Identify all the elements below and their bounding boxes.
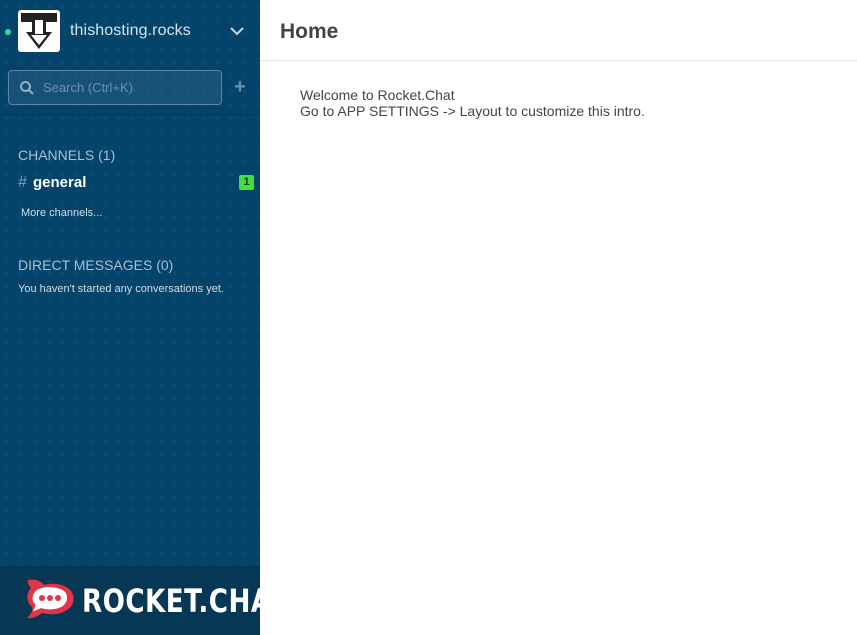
intro-instructions-text: Go to APP SETTINGS -> Layout to customiz…	[300, 103, 645, 119]
direct-messages-empty-text: You haven't started any conversations ye…	[18, 283, 224, 295]
online-status-dot	[5, 29, 11, 35]
intro-welcome-text: Welcome to Rocket.Chat	[300, 87, 455, 103]
create-channel-button[interactable]: +	[230, 77, 250, 98]
download-arrow-icon	[21, 13, 57, 49]
search-input[interactable]	[43, 71, 219, 104]
page-title: Home	[280, 20, 339, 43]
more-channels-link[interactable]: More channels...	[21, 207, 102, 219]
sidebar: thishosting.rocks + CHANNELS (1) # gener…	[0, 0, 287, 635]
direct-messages-section-title: DIRECT MESSAGES (0)	[18, 257, 174, 273]
account-header[interactable]: thishosting.rocks	[0, 0, 260, 62]
server-name[interactable]: thishosting.rocks	[70, 22, 191, 40]
chevron-down-icon[interactable]	[228, 22, 246, 40]
sidebar-footer: ROCKET.CHAT	[0, 566, 287, 635]
home-intro: Welcome to Rocket.Chat Go to APP SETTING…	[300, 87, 645, 119]
rocket-chat-logo-icon	[27, 579, 74, 619]
sidebar-divider	[0, 114, 260, 115]
server-avatar[interactable]	[18, 10, 60, 52]
main-header: Home	[260, 0, 857, 61]
hash-icon: #	[18, 174, 27, 191]
rocket-chat-logo-text: ROCKET.CHAT	[82, 582, 288, 620]
channel-item-general[interactable]: # general 1	[18, 173, 256, 193]
channels-section-title: CHANNELS (1)	[18, 147, 116, 163]
main-content: Home Welcome to Rocket.Chat Go to APP SE…	[260, 0, 857, 635]
channel-name: general	[33, 174, 87, 191]
unread-badge: 1	[239, 175, 254, 190]
search-box[interactable]	[8, 70, 222, 105]
search-icon	[20, 81, 34, 95]
